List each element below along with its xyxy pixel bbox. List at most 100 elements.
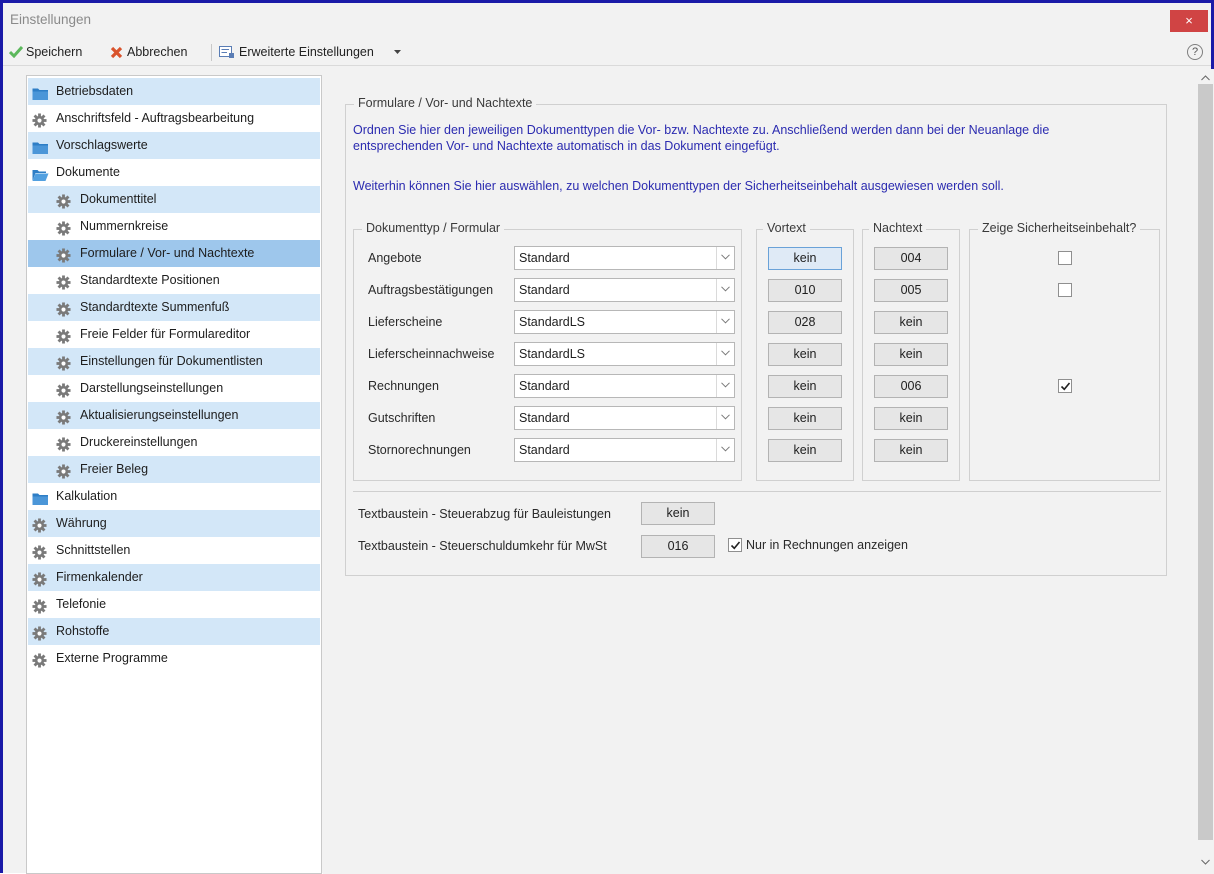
- formular-select-value: Standard: [519, 443, 570, 457]
- vortext-button[interactable]: kein: [768, 439, 842, 462]
- chevron-down-icon[interactable]: [716, 407, 734, 429]
- formular-select-value: StandardLS: [519, 315, 586, 329]
- sidebar-item-betriebsdaten[interactable]: Betriebsdaten: [28, 78, 320, 105]
- sicherheitseinbehalt-checkbox[interactable]: [1058, 379, 1072, 393]
- checkmark-icon: [730, 541, 741, 550]
- sidebar-item-schnittstellen[interactable]: Schnittstellen: [28, 537, 320, 564]
- vortext-button[interactable]: kein: [768, 343, 842, 366]
- scroll-up-icon[interactable]: [1198, 73, 1212, 83]
- gear-icon: [32, 543, 48, 560]
- chevron-down-icon[interactable]: [716, 375, 734, 397]
- chevron-down-icon[interactable]: [716, 343, 734, 365]
- sidebar-item-label: Freie Felder für Formulareditor: [80, 327, 251, 341]
- textbaustein-mwst-button[interactable]: 016: [641, 535, 715, 558]
- col-doc-header: Dokumenttyp / Formular: [362, 221, 505, 235]
- gear-icon: [56, 381, 72, 398]
- sidebar-item-telefonie[interactable]: Telefonie: [28, 591, 320, 618]
- chevron-down-icon[interactable]: [716, 247, 734, 269]
- nachtext-button[interactable]: kein: [874, 439, 948, 462]
- sicherheit-group: Zeige Sicherheitseinbehalt?: [969, 221, 1160, 481]
- sidebar-item-aktualisierungseinstellungen[interactable]: Aktualisierungseinstellungen: [28, 402, 320, 429]
- sidebar-item-label: Telefonie: [56, 597, 107, 611]
- sidebar-item-freie-felder-für-formulareditor[interactable]: Freie Felder für Formulareditor: [28, 321, 320, 348]
- nachtext-button[interactable]: 006: [874, 375, 948, 398]
- vortext-button[interactable]: kein: [768, 407, 842, 430]
- folder-open-icon: [32, 165, 49, 181]
- col-sicherheit-header: Zeige Sicherheitseinbehalt?: [978, 221, 1141, 235]
- separator-line: [353, 491, 1161, 492]
- settings-tree: Betriebsdaten Anschriftsfeld - Auftragsbe…: [26, 75, 322, 874]
- sidebar-item-dokumente[interactable]: Dokumente: [28, 159, 320, 186]
- sidebar-item-einstellungen-für-dokumentlisten[interactable]: Einstellungen für Dokumentlisten: [28, 348, 320, 375]
- advanced-settings-dropdown[interactable]: Erweiterte Einstellungen: [219, 38, 401, 66]
- formular-select[interactable]: StandardLS: [514, 342, 735, 366]
- vertical-scrollbar[interactable]: [1195, 69, 1214, 874]
- sidebar-item-standardtexte-summenfuß[interactable]: Standardtexte Summenfuß: [28, 294, 320, 321]
- gear-icon: [32, 597, 48, 614]
- chevron-down-icon[interactable]: [716, 311, 734, 333]
- sidebar-item-label: Externe Programme: [56, 651, 168, 665]
- doc-type-label: Rechnungen: [368, 379, 439, 393]
- sidebar-item-druckereinstellungen[interactable]: Druckereinstellungen: [28, 429, 320, 456]
- nur-rechnungen-label: Nur in Rechnungen anzeigen: [746, 538, 908, 552]
- nur-rechnungen-checkbox[interactable]: [728, 538, 742, 552]
- vortext-button[interactable]: kein: [768, 375, 842, 398]
- sidebar-item-nummernkreise[interactable]: Nummernkreise: [28, 213, 320, 240]
- formular-select[interactable]: StandardLS: [514, 310, 735, 334]
- sidebar-item-label: Nummernkreise: [80, 219, 169, 233]
- nachtext-button[interactable]: kein: [874, 343, 948, 366]
- nachtext-button[interactable]: 004: [874, 247, 948, 270]
- sidebar-item-kalkulation[interactable]: Kalkulation: [28, 483, 320, 510]
- gear-icon: [56, 462, 72, 479]
- sidebar-item-anschriftsfeld-auftragsbearbeitung[interactable]: Anschriftsfeld - Auftragsbearbeitung: [28, 105, 320, 132]
- col-vortext-header: Vortext: [763, 221, 810, 235]
- sidebar-item-freier-beleg[interactable]: Freier Beleg: [28, 456, 320, 483]
- doc-type-label: Angebote: [368, 251, 422, 265]
- scroll-thumb[interactable]: [1198, 84, 1213, 840]
- sidebar-item-label: Rohstoffe: [56, 624, 110, 638]
- sidebar-item-rohstoffe[interactable]: Rohstoffe: [28, 618, 320, 645]
- vortext-button[interactable]: kein: [768, 247, 842, 270]
- save-label: Speichern: [26, 45, 83, 59]
- chevron-down-icon[interactable]: [716, 279, 734, 301]
- sidebar-item-standardtexte-positionen[interactable]: Standardtexte Positionen: [28, 267, 320, 294]
- folder-icon: [32, 84, 48, 100]
- sidebar-item-firmenkalender[interactable]: Firmenkalender: [28, 564, 320, 591]
- close-button[interactable]: ×: [1170, 10, 1208, 32]
- sidebar-item-label: Druckereinstellungen: [80, 435, 198, 449]
- help-icon[interactable]: ?: [1187, 44, 1203, 60]
- sidebar-item-externe-programme[interactable]: Externe Programme: [28, 645, 320, 672]
- nachtext-button[interactable]: kein: [874, 407, 948, 430]
- doc-type-label: Auftragsbestätigungen: [368, 283, 494, 297]
- settings-form-icon: [219, 46, 234, 58]
- formular-select[interactable]: Standard: [514, 406, 735, 430]
- sicherheitseinbehalt-checkbox[interactable]: [1058, 283, 1072, 297]
- checkmark-icon: [1060, 382, 1071, 391]
- sidebar-item-formulare-vor-und-nachtexte[interactable]: Formulare / Vor- und Nachtexte: [28, 240, 320, 267]
- sidebar-item-label: Freier Beleg: [80, 462, 149, 476]
- sicherheitseinbehalt-checkbox[interactable]: [1058, 251, 1072, 265]
- checkmark-icon: [9, 46, 23, 58]
- chevron-down-icon[interactable]: [716, 439, 734, 461]
- formular-select[interactable]: Standard: [514, 278, 735, 302]
- formular-select-value: Standard: [519, 411, 570, 425]
- nachtext-button[interactable]: kein: [874, 311, 948, 334]
- sidebar-item-währung[interactable]: Währung: [28, 510, 320, 537]
- sidebar-item-label: Standardtexte Positionen: [80, 273, 220, 287]
- gear-icon: [56, 327, 72, 344]
- formular-select[interactable]: Standard: [514, 374, 735, 398]
- settings-window: Einstellungen × Speichern Abbrechen Erwe…: [0, 0, 1214, 874]
- formular-select[interactable]: Standard: [514, 438, 735, 462]
- sidebar-item-vorschlagswerte[interactable]: Vorschlagswerte: [28, 132, 320, 159]
- textbaustein-bauleistungen-button[interactable]: kein: [641, 502, 715, 525]
- vortext-button[interactable]: 028: [768, 311, 842, 334]
- sidebar-item-darstellungseinstellungen[interactable]: Darstellungseinstellungen: [28, 375, 320, 402]
- sidebar-item-dokumenttitel[interactable]: Dokumenttitel: [28, 186, 320, 213]
- formular-select[interactable]: Standard: [514, 246, 735, 270]
- vortext-button[interactable]: 010: [768, 279, 842, 302]
- window-title: Einstellungen: [10, 12, 92, 27]
- sidebar-item-label: Aktualisierungseinstellungen: [80, 408, 239, 422]
- nachtext-button[interactable]: 005: [874, 279, 948, 302]
- gear-icon: [56, 273, 72, 290]
- scroll-down-icon[interactable]: [1198, 857, 1212, 867]
